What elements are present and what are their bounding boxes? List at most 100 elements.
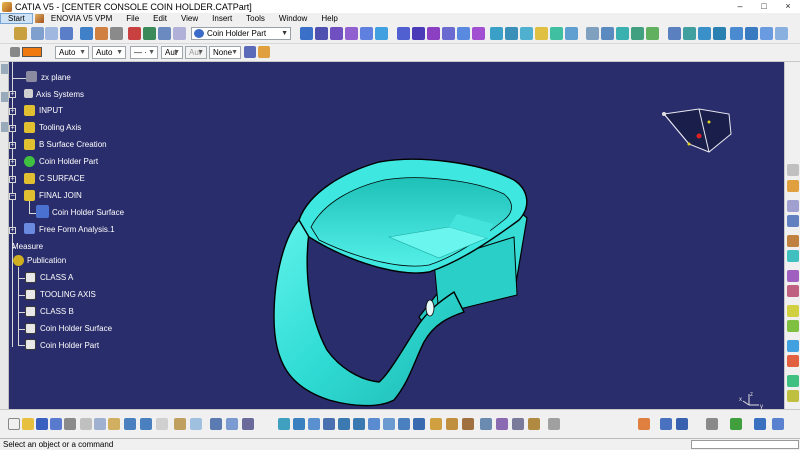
sketcher-icon[interactable] — [787, 215, 799, 227]
current-part-select[interactable]: Coin Holder Part ▼ — [191, 27, 291, 40]
painter-icon[interactable] — [244, 46, 256, 58]
rotate-icon[interactable] — [505, 27, 518, 40]
print-icon[interactable] — [64, 418, 76, 430]
spline-icon[interactable] — [683, 27, 696, 40]
gutter-handle[interactable] — [1, 122, 8, 132]
continuity-icon[interactable] — [787, 270, 799, 282]
extract-icon[interactable] — [457, 27, 470, 40]
spiral-icon[interactable] — [713, 27, 726, 40]
3d-viewport[interactable]: zx plane + Axis Systems + INPUT + Toolin… — [9, 62, 784, 409]
symmetry-icon[interactable] — [520, 27, 533, 40]
mapping-icon[interactable] — [787, 355, 799, 367]
sweep-icon[interactable] — [330, 27, 343, 40]
layer-filter-icon[interactable] — [706, 418, 718, 430]
select-arrow-icon[interactable] — [787, 164, 799, 176]
helix-icon[interactable] — [698, 27, 711, 40]
paste-icon[interactable] — [108, 418, 120, 430]
point-icon[interactable] — [586, 27, 599, 40]
menu-file[interactable]: File — [119, 13, 146, 24]
menu-window[interactable]: Window — [272, 13, 314, 24]
hide-show-icon[interactable] — [430, 418, 442, 430]
table-icon[interactable] — [158, 27, 171, 40]
porcupine-icon[interactable] — [787, 320, 799, 332]
gutter-handle[interactable] — [1, 64, 8, 74]
light-source-icon[interactable] — [787, 390, 799, 402]
pan-icon[interactable] — [308, 418, 320, 430]
properties-icon[interactable] — [258, 46, 270, 58]
fill-icon[interactable] — [360, 27, 373, 40]
gutter-handle[interactable] — [1, 92, 8, 102]
new-file-icon[interactable] — [8, 418, 20, 430]
environment-icon[interactable] — [787, 375, 799, 387]
fit-all-icon[interactable] — [293, 418, 305, 430]
measure-between-icon[interactable] — [480, 418, 492, 430]
conic-icon[interactable] — [760, 27, 773, 40]
measure-item-icon[interactable] — [496, 418, 508, 430]
polyline-icon[interactable] — [775, 27, 788, 40]
color-swatch[interactable] — [22, 47, 42, 57]
point-symbol-select[interactable]: Aut ▼ — [161, 46, 183, 59]
save-management-icon[interactable] — [50, 418, 62, 430]
intersection-icon[interactable] — [646, 27, 659, 40]
select-sets-icon[interactable] — [660, 418, 672, 430]
cut-icon[interactable] — [80, 418, 92, 430]
normal-view-icon[interactable] — [368, 418, 380, 430]
analysis-icon[interactable] — [80, 27, 93, 40]
plane-icon[interactable] — [616, 27, 629, 40]
macro-icon[interactable] — [242, 418, 254, 430]
sketch-icon[interactable] — [45, 27, 58, 40]
maximize-button[interactable]: □ — [752, 0, 776, 13]
tools-icon[interactable] — [110, 27, 123, 40]
line-thickness-select[interactable]: Auto ▼ — [92, 46, 126, 59]
extrude-icon[interactable] — [300, 27, 313, 40]
measure-icon[interactable] — [143, 27, 156, 40]
surface-analysis-icon[interactable] — [787, 235, 799, 247]
line-icon[interactable] — [601, 27, 614, 40]
fillet-icon[interactable] — [472, 27, 485, 40]
loft-icon[interactable] — [345, 27, 358, 40]
draft-icon[interactable] — [787, 305, 799, 317]
menu-view[interactable]: View — [174, 13, 205, 24]
close-button[interactable]: × — [776, 0, 800, 13]
shading-icon[interactable] — [413, 418, 425, 430]
formula-icon[interactable] — [174, 418, 186, 430]
whats-this-icon[interactable] — [156, 418, 168, 430]
menu-help[interactable]: Help — [314, 13, 344, 24]
catalog-icon[interactable] — [190, 418, 202, 430]
line-type-select[interactable]: — · — ·▼ — [130, 46, 158, 68]
connect-checker-icon[interactable] — [787, 285, 799, 297]
snap-icon[interactable] — [787, 180, 799, 192]
sketch-plane-icon[interactable] — [787, 200, 799, 212]
transparency-select[interactable]: Auto ▼ — [55, 46, 89, 59]
projection-icon[interactable] — [631, 27, 644, 40]
knowledge-icon[interactable] — [226, 418, 238, 430]
layer-select[interactable]: None ▼ — [209, 46, 241, 59]
save-icon[interactable] — [36, 418, 48, 430]
menu-start[interactable]: Start — [0, 13, 33, 24]
translate-icon[interactable] — [490, 27, 503, 40]
corner-icon[interactable] — [730, 27, 743, 40]
fillet-tool-icon[interactable] — [772, 418, 784, 430]
circle-icon[interactable] — [668, 27, 681, 40]
multi-view-icon[interactable] — [383, 418, 395, 430]
scale-icon[interactable] — [535, 27, 548, 40]
paint-icon[interactable] — [638, 418, 650, 430]
draft-analysis-icon[interactable] — [95, 27, 108, 40]
zoom-out-icon[interactable] — [353, 418, 365, 430]
fly-mode-icon[interactable] — [278, 418, 290, 430]
revolve-icon[interactable] — [315, 27, 328, 40]
command-input[interactable] — [691, 440, 799, 449]
split-icon[interactable] — [412, 27, 425, 40]
manual-update-icon[interactable] — [754, 418, 766, 430]
join-icon[interactable] — [397, 27, 410, 40]
redo-icon[interactable] — [140, 418, 152, 430]
feature-icon[interactable] — [676, 418, 688, 430]
menu-edit[interactable]: Edit — [146, 13, 174, 24]
sketcher-icon[interactable] — [14, 27, 27, 40]
select-icon[interactable] — [31, 27, 44, 40]
swap-visible-icon[interactable] — [446, 418, 458, 430]
menu-insert[interactable]: Insert — [205, 13, 239, 24]
compass-icon[interactable] — [659, 104, 739, 164]
axis-to-axis-icon[interactable] — [565, 27, 578, 40]
menu-enovia[interactable]: ENOVIA V5 VPM — [44, 13, 119, 24]
